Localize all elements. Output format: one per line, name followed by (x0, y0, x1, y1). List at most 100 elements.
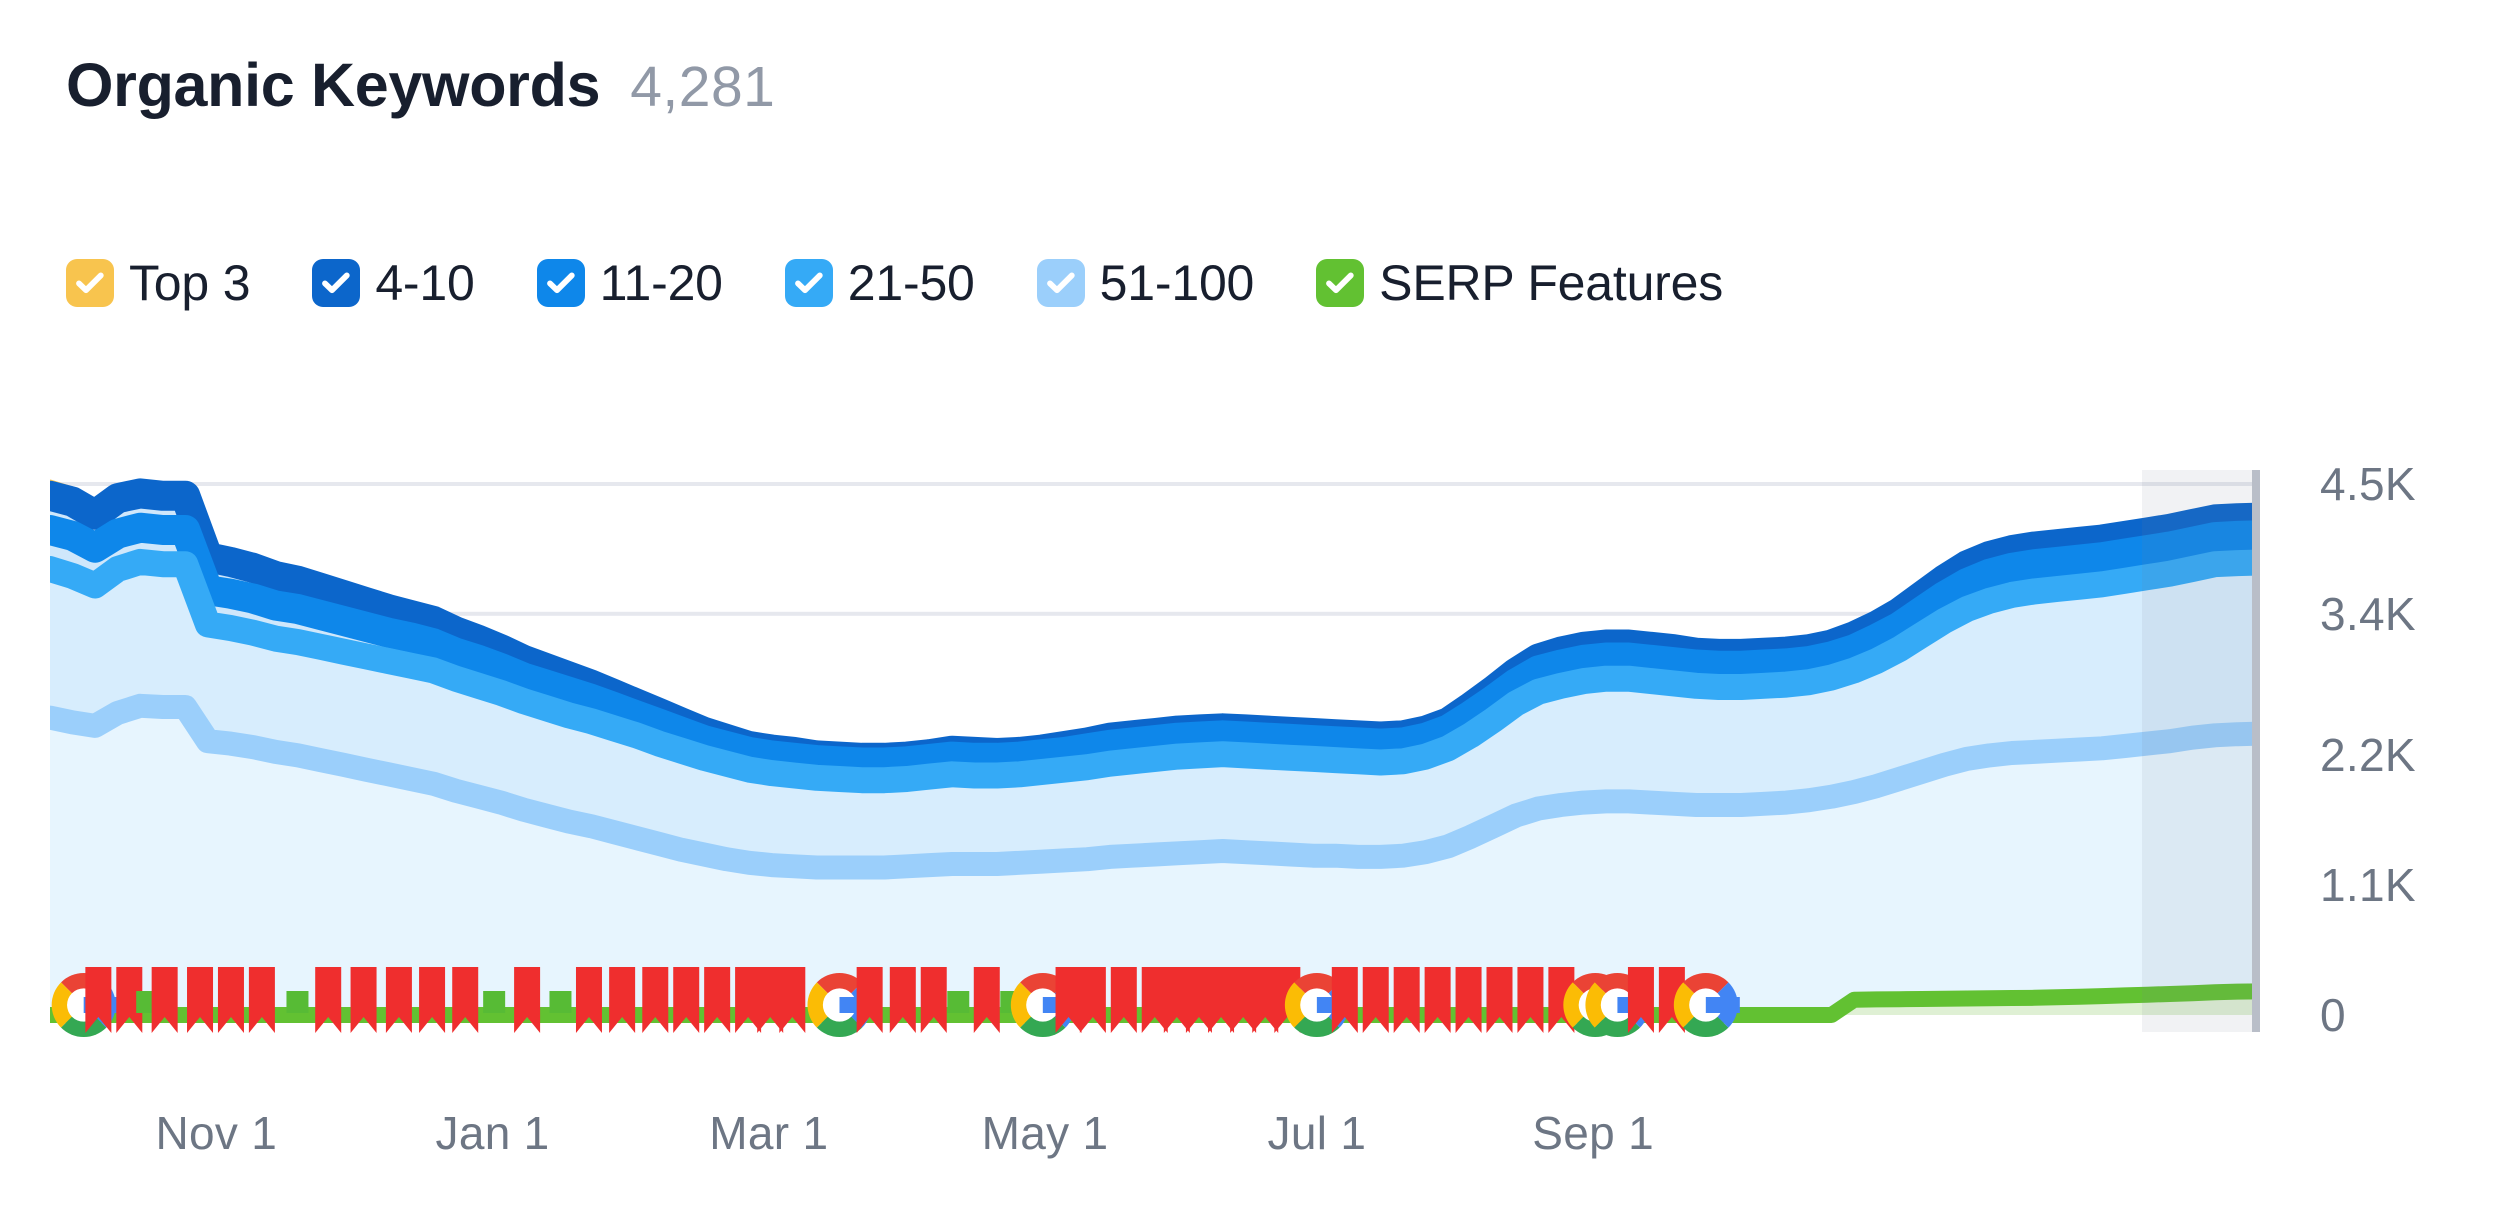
algorithm-update-flag-icon[interactable] (704, 967, 731, 1033)
flag-shape (452, 967, 479, 1033)
x-axis-tick-label: Nov 1 (155, 1107, 278, 1159)
flag-shape (642, 967, 669, 1033)
flag-shape (779, 967, 806, 1033)
algorithm-update-flag-icon[interactable] (350, 967, 377, 1033)
check-icon (322, 272, 351, 294)
legend-item-21-50[interactable]: 21-50 (784, 255, 975, 311)
flag-shape (889, 967, 916, 1033)
flag-shape (1393, 967, 1420, 1033)
google-logo-bar (1705, 997, 1740, 1013)
checkbox-top-3[interactable] (66, 259, 114, 307)
algorithm-update-flag-icon[interactable] (1424, 967, 1451, 1033)
checkbox-21-50[interactable] (784, 259, 833, 307)
algorithm-update-flag-icon[interactable] (452, 967, 479, 1033)
page-title: Organic Keywords (66, 51, 601, 119)
legend-item-serp-features[interactable]: SERP Features (1316, 258, 1723, 308)
flag-shape (385, 967, 412, 1033)
x-axis-tick-label: May 1 (981, 1107, 1109, 1159)
flag-shape (1424, 967, 1451, 1033)
algorithm-update-flag-icon[interactable] (1331, 967, 1358, 1033)
checkbox-serp-features[interactable] (1316, 259, 1365, 307)
chart-right-border (2252, 470, 2260, 1032)
algorithm-update-flag-icon[interactable] (889, 967, 916, 1033)
algorithm-update-flag-icon[interactable] (673, 967, 700, 1033)
algorithm-update-flag-icon[interactable] (217, 967, 244, 1033)
checkbox-4-10[interactable] (312, 259, 361, 307)
algorithm-update-flag-icon[interactable] (642, 967, 669, 1033)
organic-keywords-chart: 0 1.1K 2.2K 3.4K 4.5K Nov 1 Jan 1 Mar 1 May 1 Ju… (50, 461, 2450, 1156)
algorithm-update-flag-icon[interactable] (609, 967, 636, 1033)
green-bar-shape (483, 991, 506, 1013)
chart-x-axis: Nov 1 Jan 1 Mar 1 May 1 Jul 1 Sep 1 (50, 1110, 2260, 1180)
algorithm-update-flag-icon[interactable] (1079, 967, 1106, 1033)
gridline (50, 482, 2260, 486)
flag-shape (514, 967, 541, 1033)
algorithm-update-flag-icon[interactable] (856, 967, 883, 1033)
flag-shape (856, 967, 883, 1033)
flag-shape (1362, 967, 1389, 1033)
chart-plot-area[interactable] (50, 470, 2260, 1050)
y-axis-tick-label: 2.2K (2320, 729, 2416, 782)
algorithm-update-flag-icon[interactable] (973, 967, 1000, 1033)
flag-shape (350, 967, 377, 1033)
legend-label-top-3: Top 3 (129, 255, 251, 311)
organic-keywords-widget: Organic Keywords 4,281 Top 3 4-10 11-20 … (0, 0, 2500, 1227)
legend-item-11-20[interactable]: 11-20 (536, 255, 723, 311)
checkbox-51-100[interactable] (1036, 259, 1085, 307)
algorithm-update-flag-icon[interactable] (735, 967, 762, 1033)
x-axis-tick-label: Sep 1 (1532, 1107, 1654, 1159)
flag-shape (217, 967, 244, 1033)
algorithm-update-green-bar-icon[interactable] (947, 991, 970, 1013)
algorithm-update-flag-icon[interactable] (151, 967, 178, 1033)
flag-shape (920, 967, 947, 1033)
algorithm-update-flag-icon[interactable] (315, 967, 342, 1033)
flag-shape (704, 967, 731, 1033)
legend-label-4-10: 4-10 (375, 255, 475, 311)
algorithm-update-flag-icon[interactable] (1455, 967, 1482, 1033)
legend-label-21-50: 21-50 (847, 255, 975, 311)
legend: Top 3 4-10 11-20 21-50 51-100 SERP Featu… (66, 258, 1723, 308)
flag-shape (1486, 967, 1513, 1033)
legend-label-serp-features: SERP Features (1379, 255, 1724, 311)
widget-header: Organic Keywords 4,281 (66, 55, 775, 116)
algorithm-update-flag-icon[interactable] (1393, 967, 1420, 1033)
area-chart-svg (50, 470, 2260, 1037)
algorithm-update-flag-icon[interactable] (385, 967, 412, 1033)
algorithm-update-flag-icon[interactable] (1517, 967, 1544, 1033)
algorithm-update-flag-icon[interactable] (1110, 967, 1137, 1033)
algorithm-update-flag-icon[interactable] (248, 967, 275, 1033)
flag-shape (151, 967, 178, 1033)
algorithm-update-flag-icon[interactable] (1185, 967, 1212, 1033)
algorithm-update-flag-icon[interactable] (779, 967, 806, 1033)
flag-shape (575, 967, 602, 1033)
algorithm-update-flag-icon[interactable] (1486, 967, 1513, 1033)
flag-shape (735, 967, 762, 1033)
legend-item-51-100[interactable]: 51-100 (1036, 255, 1255, 311)
flag-shape (419, 967, 446, 1033)
flag-shape (187, 967, 214, 1033)
highlight-region (2142, 470, 2254, 1032)
algorithm-update-flag-icon[interactable] (187, 967, 214, 1033)
algorithm-update-flag-icon[interactable] (1362, 967, 1389, 1033)
check-icon (794, 272, 823, 294)
flag-shape (973, 967, 1000, 1033)
legend-label-51-100: 51-100 (1099, 255, 1255, 311)
legend-item-top-3[interactable]: Top 3 (66, 255, 251, 311)
flag-shape (1110, 967, 1137, 1033)
algorithm-update-green-bar-icon[interactable] (483, 991, 506, 1013)
algorithm-update-green-bar-icon[interactable] (286, 991, 309, 1013)
checkbox-11-20[interactable] (536, 259, 585, 307)
algorithm-update-flag-icon[interactable] (920, 967, 947, 1033)
algorithm-update-green-bar-icon[interactable] (549, 991, 572, 1013)
algorithm-update-flag-icon[interactable] (514, 967, 541, 1033)
y-axis-tick-label: 0 (2320, 989, 2346, 1041)
chart-y-axis: 0 1.1K 2.2K 3.4K 4.5K (2320, 461, 2500, 1050)
legend-item-4-10[interactable]: 4-10 (312, 255, 475, 311)
algorithm-update-flag-icon[interactable] (575, 967, 602, 1033)
check-icon (76, 272, 104, 294)
legend-label-11-20: 11-20 (599, 255, 723, 311)
flag-shape (1331, 967, 1358, 1033)
check-icon (1326, 272, 1354, 294)
x-axis-tick-label: Jul 1 (1267, 1107, 1367, 1159)
algorithm-update-flag-icon[interactable] (419, 967, 446, 1033)
